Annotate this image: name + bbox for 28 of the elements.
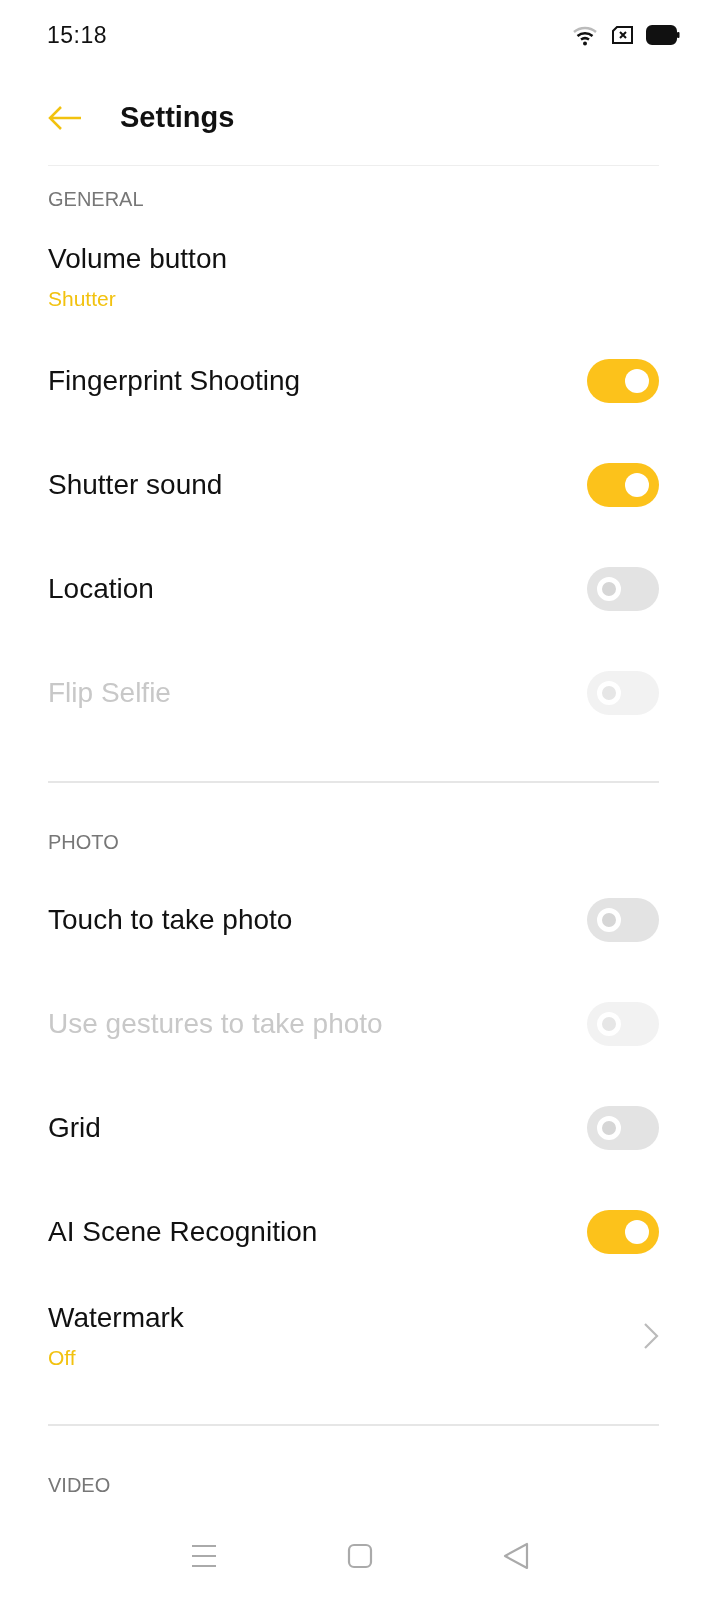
setting-label: Watermark [48,1302,184,1334]
back-arrow-icon[interactable] [48,104,82,131]
setting-value: Shutter [48,287,117,311]
toggle-switch[interactable] [587,359,659,403]
battery-icon [646,25,680,45]
setting-value: Off [48,1346,77,1370]
toggle-switch[interactable] [587,1106,659,1150]
status-time: 15:18 [47,21,108,49]
section-header: VIDEO [48,1473,112,1498]
setting-label: Fingerprint Shooting [48,365,301,397]
menu-icon[interactable] [191,1544,217,1568]
page-title: Settings [120,101,235,134]
setting-label: AI Scene Recognition [48,1216,318,1248]
chevron-right-icon[interactable] [643,1322,659,1350]
toggle-switch[interactable] [587,1210,659,1254]
toggle-switch[interactable] [587,463,659,507]
setting-label: Touch to take photo [48,904,293,936]
sim-card-icon [612,26,634,44]
home-square-icon[interactable] [347,1543,373,1569]
section-header: GENERAL [48,187,145,212]
setting-label: Location [48,573,154,605]
section-header: PHOTO [48,830,120,855]
toggle-switch[interactable] [587,567,659,611]
back-triangle-icon[interactable] [503,1542,529,1570]
setting-label: Volume button [48,243,228,275]
toggle-switch[interactable] [587,898,659,942]
setting-label: Shutter sound [48,469,223,501]
setting-label: Grid [48,1112,101,1144]
